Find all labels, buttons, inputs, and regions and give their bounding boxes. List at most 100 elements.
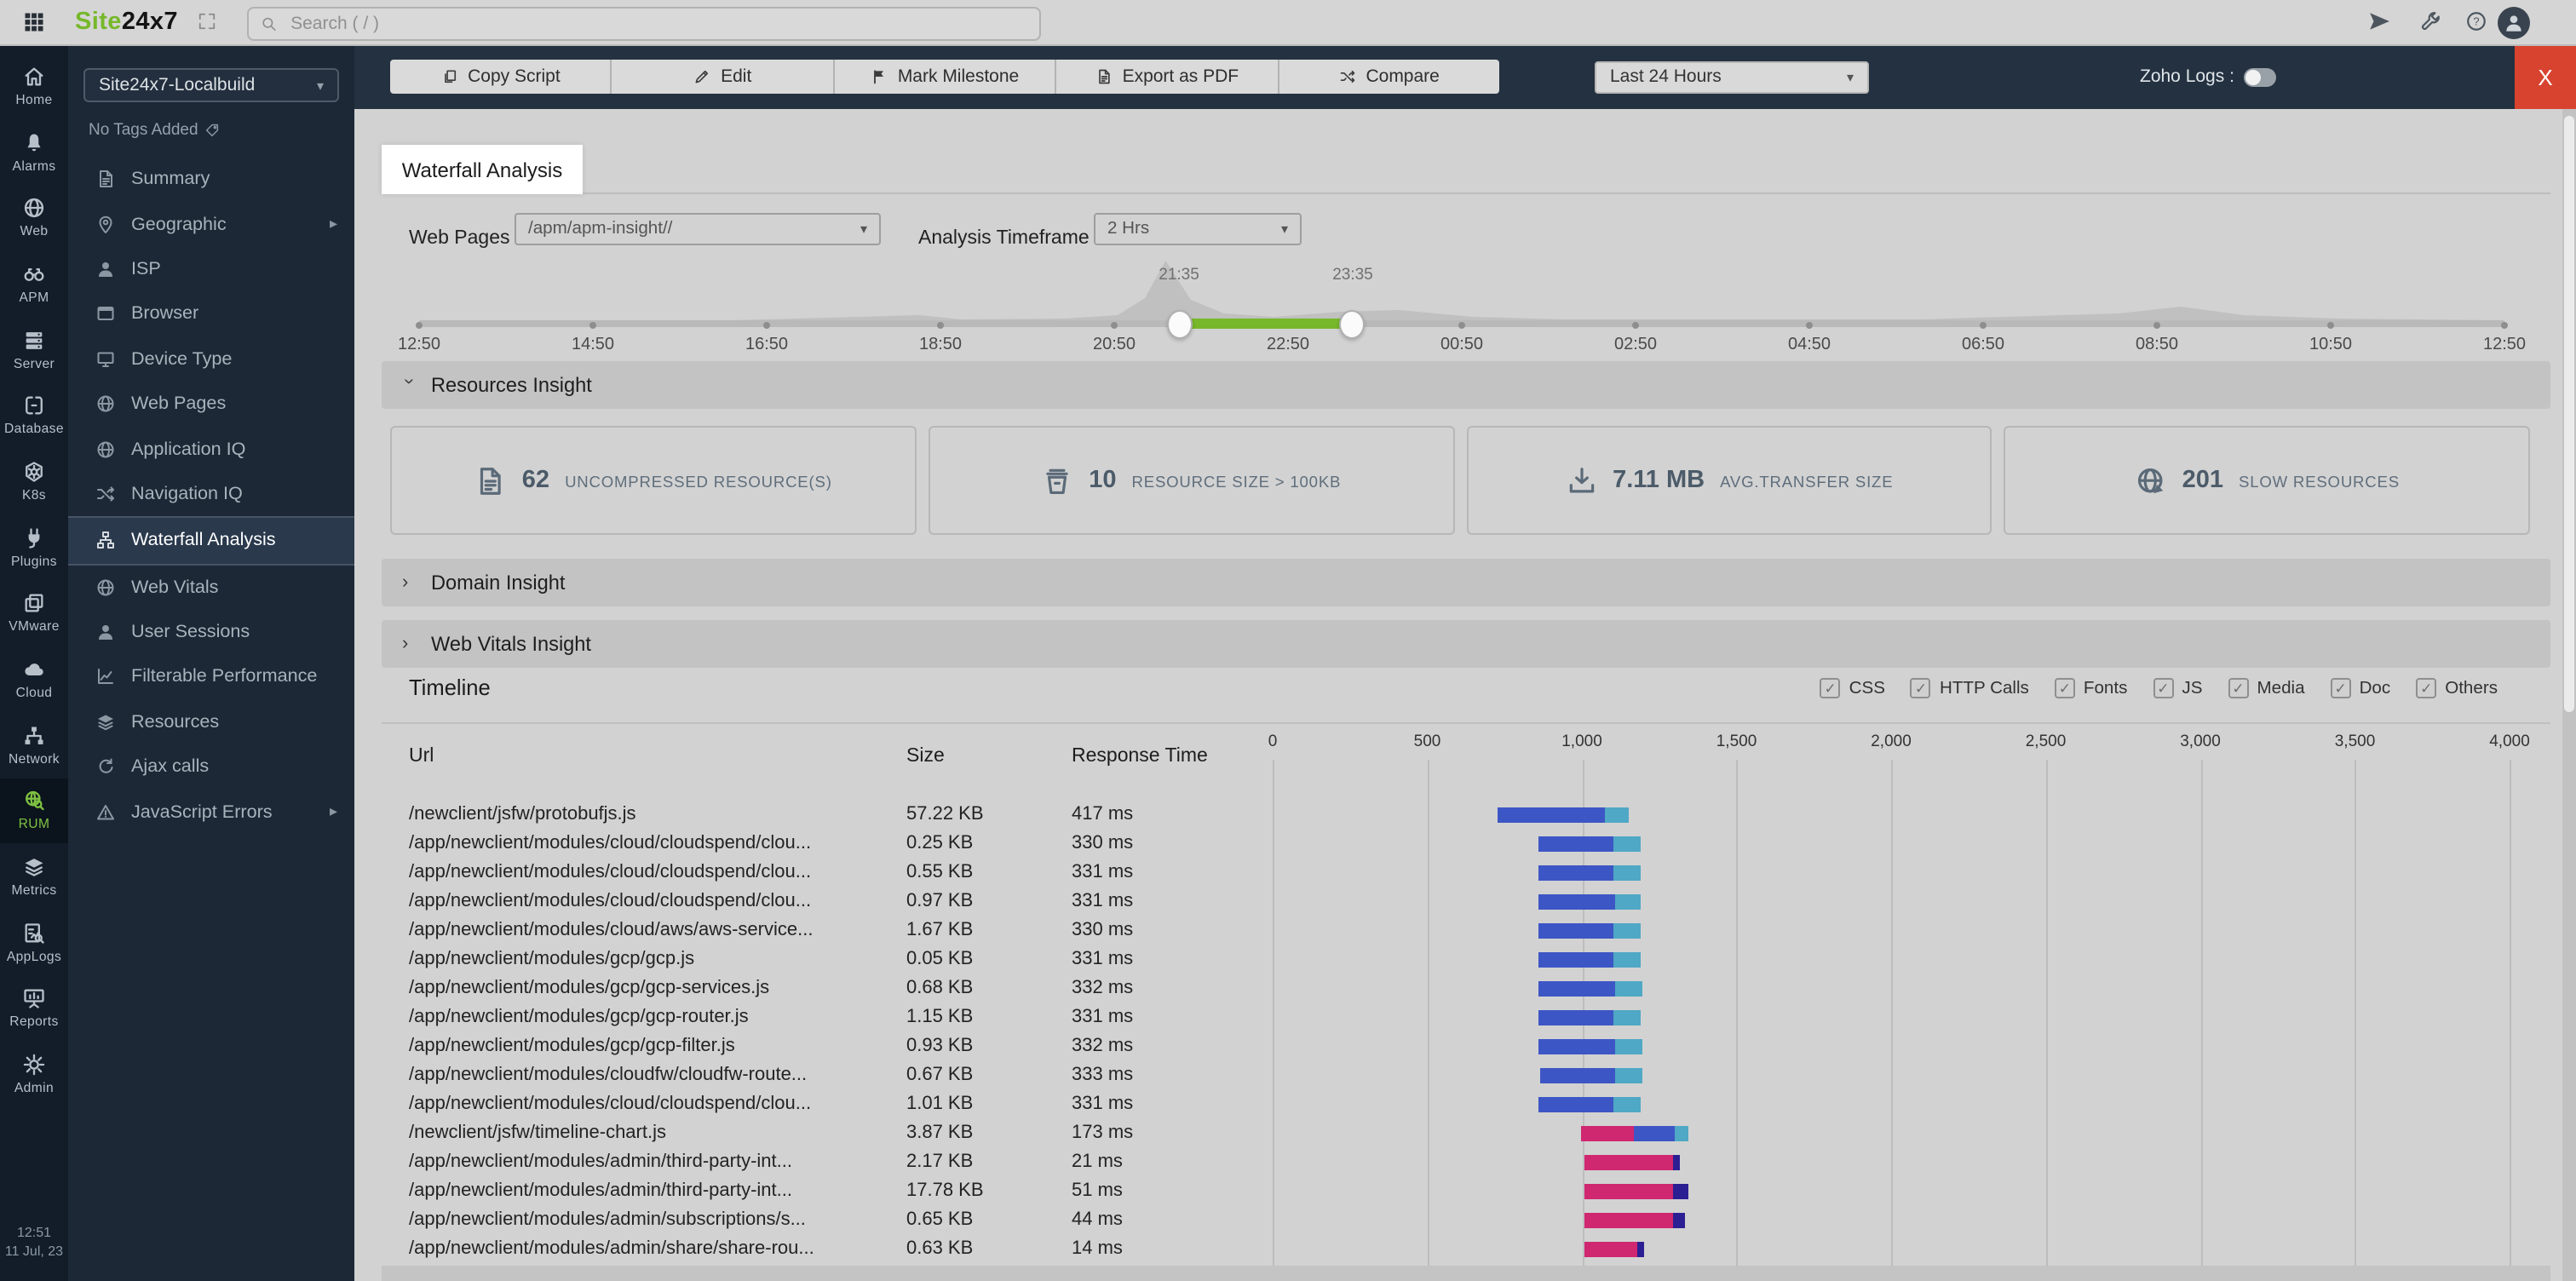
table-row[interactable]: /app/newclient/modules/admin/third-party… (354, 1177, 2576, 1206)
sidebar-item-waterfall-analysis[interactable]: Waterfall Analysis (68, 516, 354, 566)
waterfall-bar-pink[interactable] (1584, 1155, 1674, 1170)
waterfall-bar-blue[interactable] (1538, 1039, 1615, 1054)
waterfall-bar-blue[interactable] (1634, 1126, 1675, 1141)
vertical-scrollbar[interactable] (2562, 109, 2576, 1281)
table-row[interactable]: /app/newclient/modules/admin/share/share… (354, 1235, 2576, 1264)
table-row[interactable]: /app/newclient/modules/cloud/cloudspend/… (354, 859, 2576, 888)
rail-item-k8s[interactable]: K8s (0, 448, 68, 514)
sidebar-item-web-vitals[interactable]: Web Vitals (68, 565, 354, 610)
app-grid-icon[interactable] (22, 10, 46, 34)
rail-item-alarms[interactable]: Alarms (0, 118, 68, 184)
waterfall-bar-cyan[interactable] (1613, 836, 1641, 852)
slider-handle-start[interactable] (1166, 310, 1193, 339)
sidebar-item-web-pages[interactable]: Web Pages (68, 382, 354, 427)
checkbox-icon[interactable]: ✓ (2054, 678, 2075, 698)
filter-fonts[interactable]: ✓ Fonts (2054, 678, 2127, 698)
waterfall-bar-pink[interactable] (1584, 1213, 1674, 1228)
rail-item-admin[interactable]: Admin (0, 1042, 68, 1107)
filter-js[interactable]: ✓ JS (2153, 678, 2202, 698)
waterfall-bar-cyan[interactable] (1613, 1097, 1642, 1112)
rail-item-vmware[interactable]: VMware (0, 580, 68, 646)
rail-item-cloud[interactable]: Cloud (0, 646, 68, 711)
checkbox-icon[interactable]: ✓ (1820, 678, 1841, 698)
table-row[interactable]: /app/newclient/modules/gcp/gcp.js 0.05 KB… (354, 945, 2576, 974)
waterfall-bar-navy[interactable] (1637, 1242, 1644, 1257)
sidebar-item-application-iq[interactable]: Application IQ (68, 427, 354, 472)
send-icon[interactable] (2368, 10, 2390, 32)
waterfall-bar-blue[interactable] (1538, 894, 1615, 910)
filter-doc[interactable]: ✓ Doc (2330, 678, 2390, 698)
table-row[interactable]: /app/newclient/modules/cloudfw/cloudfw-r… (354, 1061, 2576, 1090)
rail-item-apm[interactable]: APM (0, 250, 68, 316)
rail-item-plugins[interactable]: Plugins (0, 514, 68, 580)
waterfall-bar-cyan[interactable] (1674, 1126, 1689, 1141)
table-row[interactable]: /newclient/jsfw/protobufjs.js 57.22 KB 417… (354, 801, 2576, 830)
waterfall-bar-cyan[interactable] (1613, 923, 1641, 939)
table-row[interactable]: /app/newclient/modules/cloud/cloudspend/… (354, 1090, 2576, 1119)
sidebar-item-user-sessions[interactable]: User Sessions (68, 610, 354, 655)
table-row[interactable]: /app/newclient/modules/gcp/gcp-router.js… (354, 1003, 2576, 1032)
table-row[interactable]: /app/newclient/modules/admin/subscriptio… (354, 1206, 2576, 1235)
waterfall-bar-cyan[interactable] (1614, 894, 1642, 910)
section-resources-insight[interactable]: › Resources Insight (382, 361, 2550, 409)
rail-item-home[interactable]: Home (0, 53, 68, 118)
checkbox-icon[interactable]: ✓ (2153, 678, 2174, 698)
avatar[interactable] (2498, 6, 2530, 38)
waterfall-bar-blue[interactable] (1538, 865, 1614, 881)
slider-handle-end[interactable] (1339, 310, 1366, 339)
rail-item-database[interactable]: Database (0, 382, 68, 448)
waterfall-bar-navy[interactable] (1673, 1184, 1689, 1199)
filter-media[interactable]: ✓ Media (2228, 678, 2305, 698)
checkbox-icon[interactable]: ✓ (1910, 678, 1931, 698)
section-web-vitals-insight[interactable]: › Web Vitals Insight (382, 620, 2550, 668)
waterfall-bar-navy[interactable] (1673, 1155, 1680, 1170)
time-range-select[interactable]: Last 24 Hours ▾ (1595, 60, 1869, 93)
table-row[interactable]: /app/newclient/modules/cloud/cloudspend/… (354, 830, 2576, 859)
waterfall-bar-blue[interactable] (1538, 1010, 1614, 1025)
zoho-logs-toggle[interactable] (2244, 67, 2277, 86)
tab-waterfall-analysis[interactable]: Waterfall Analysis (382, 145, 583, 194)
compare-button[interactable]: Compare (1279, 60, 1499, 94)
edit-button[interactable]: Edit (612, 60, 835, 94)
waterfall-bar-cyan[interactable] (1615, 1068, 1643, 1083)
waterfall-bar-pink[interactable] (1584, 1242, 1638, 1257)
table-row[interactable]: /newclient/jsfw/timeline-chart.js 3.87 KB… (354, 1119, 2576, 1148)
waterfall-bar-pink[interactable] (1584, 1184, 1674, 1199)
waterfall-bar-blue[interactable] (1538, 1097, 1614, 1112)
scrollbar-thumb[interactable] (2564, 116, 2574, 712)
table-row[interactable]: /app/newclient/modules/admin/third-party… (354, 1148, 2576, 1177)
sidebar-item-javascript-errors[interactable]: JavaScript Errors ▸ (68, 790, 354, 835)
slider-selected-range[interactable] (1179, 319, 1353, 329)
copy-script-button[interactable]: Copy Script (390, 60, 612, 94)
tools-icon[interactable] (2419, 10, 2441, 32)
waterfall-bar-blue[interactable] (1498, 807, 1606, 823)
sidebar-item-isp[interactable]: ISP (68, 247, 354, 292)
checkbox-icon[interactable]: ✓ (2416, 678, 2437, 698)
sidebar-item-navigation-iq[interactable]: Navigation IQ (68, 471, 354, 516)
web-pages-select[interactable]: /apm/apm-insight// ▾ (515, 213, 881, 245)
checkbox-icon[interactable]: ✓ (2228, 678, 2249, 698)
waterfall-bar-navy[interactable] (1673, 1213, 1686, 1228)
horizontal-scrollbar[interactable] (382, 1266, 2550, 1281)
search-input[interactable] (287, 12, 1027, 36)
rail-item-rum[interactable]: RUM (0, 778, 68, 844)
mark-milestone-button[interactable]: Mark Milestone (835, 60, 1057, 94)
close-button[interactable]: X (2515, 44, 2576, 109)
waterfall-bar-cyan[interactable] (1613, 865, 1642, 881)
section-domain-insight[interactable]: › Domain Insight (382, 559, 2550, 606)
waterfall-bar-cyan[interactable] (1614, 1039, 1642, 1054)
checkbox-icon[interactable]: ✓ (2330, 678, 2351, 698)
rail-item-reports[interactable]: Reports (0, 975, 68, 1041)
waterfall-bar-cyan[interactable] (1605, 807, 1629, 823)
waterfall-bar-cyan[interactable] (1614, 981, 1642, 997)
sidebar-item-filterable-performance[interactable]: Filterable Performance (68, 655, 354, 700)
timeframe-select[interactable]: 2 Hrs ▾ (1094, 213, 1302, 245)
rail-item-network[interactable]: Network (0, 712, 68, 778)
sidebar-item-geographic[interactable]: Geographic ▸ (68, 202, 354, 247)
table-row[interactable]: /app/newclient/modules/cloud/aws/aws-ser… (354, 916, 2576, 945)
waterfall-bar-blue[interactable] (1538, 952, 1614, 968)
waterfall-bar-blue[interactable] (1538, 923, 1613, 939)
rail-item-applogs[interactable]: AppLogs (0, 910, 68, 975)
rail-item-server[interactable]: Server (0, 317, 68, 382)
waterfall-bar-cyan[interactable] (1613, 1010, 1642, 1025)
